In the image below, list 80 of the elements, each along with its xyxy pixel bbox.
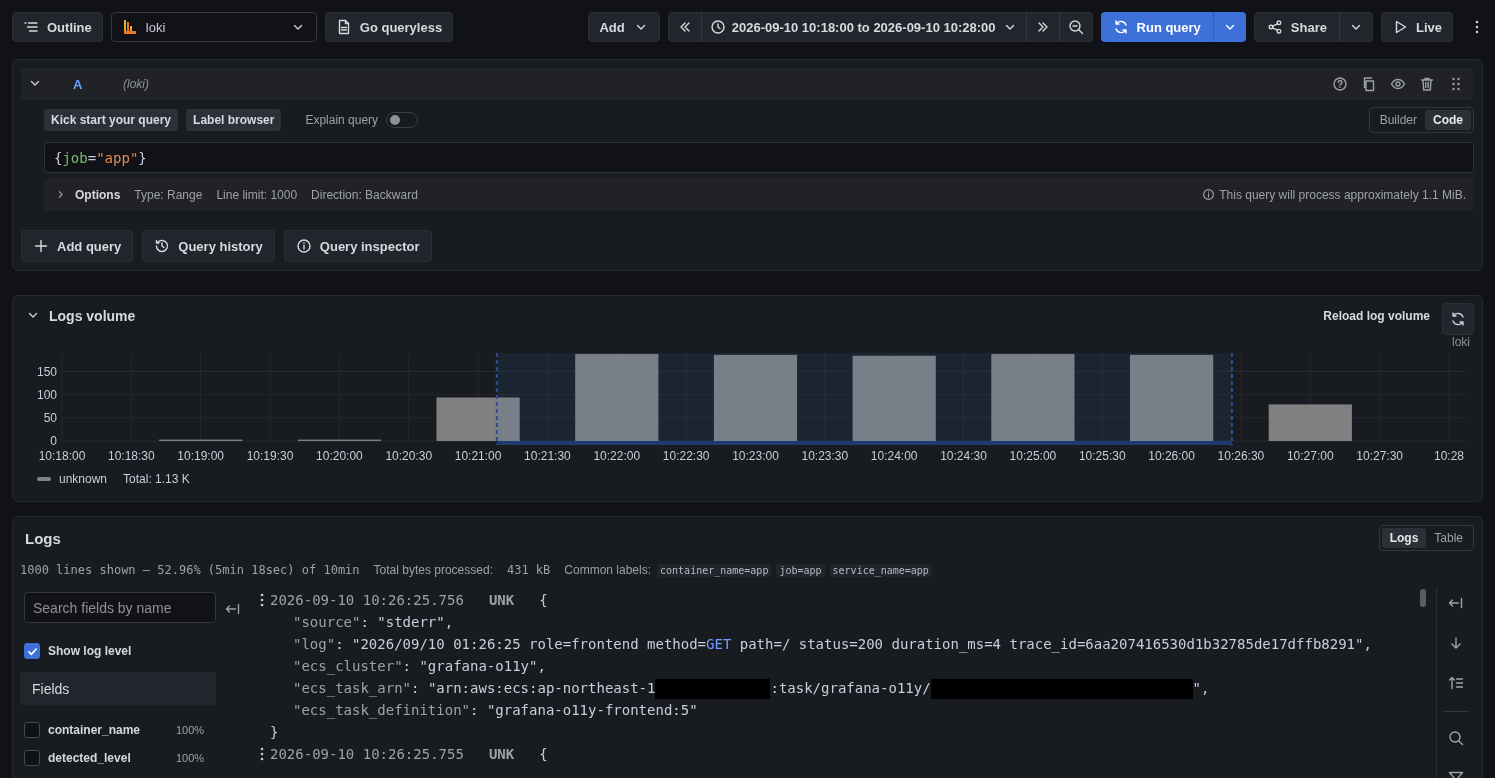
field-name: detected_level [48, 751, 132, 765]
log-line: "ecs_cluster": "grafana-o11y", [292, 657, 547, 677]
query-datasource: (loki) [123, 77, 150, 91]
legend-label[interactable]: unknown [59, 472, 108, 486]
field-share: 100% [176, 752, 205, 764]
common-labels-label: Common labels: [564, 563, 652, 577]
log-line: "ecs_task_arn": "arn:aws:ecs:ap-northeast-1 :task/grafana-o11y/ ", [254, 677, 1420, 699]
tick-label: 10:23:00 [732, 449, 779, 463]
tick-label: 10:19:30 [246, 449, 294, 463]
tick-label: 10:25:00 [1009, 449, 1057, 463]
log-line: "log": "2026/09/10 01:26:25 role=frontend method=GET path=/ status=200 duration_ms=4 trace_id=6aa207416530d1b32785de17dffb8291", [292, 635, 1373, 655]
panel-title: Logs [25, 529, 62, 547]
view-option[interactable]: Logs [1381, 528, 1427, 548]
panel-title: Logs volume [49, 308, 137, 324]
tick-label: 10:20:00 [316, 449, 363, 463]
search-field[interactable]: Search fields by name [24, 592, 216, 623]
tick-label: 10:24:00 [870, 449, 918, 463]
log-brace: { [539, 591, 548, 610]
query-inspector-button[interactable]: Query inspector [283, 230, 432, 262]
tick-label: 10:27:30 [1356, 449, 1403, 463]
datasource-label: loki [1452, 335, 1470, 349]
view-option[interactable]: Table [1426, 528, 1471, 548]
label-chip: job=app [776, 563, 825, 577]
tick-label: 10:22:00 [593, 449, 641, 463]
add-button[interactable]: Add [588, 12, 660, 42]
query-letter: A [72, 76, 84, 92]
log-timestamp: 2026-09-10 10:26:25.755 [270, 745, 464, 764]
datasource-select[interactable]: loki [110, 12, 317, 42]
tick-label: 10:25:30 [1078, 449, 1126, 463]
lines-summary: 1000 lines shown – 52.96% (5min 18sec) of 10min [20, 563, 360, 577]
tick-label: 10:28 [1434, 449, 1464, 463]
log-brace: } [270, 724, 279, 740]
options-label[interactable]: Options [75, 187, 121, 202]
tick-label: 10:20:30 [385, 449, 433, 463]
log-line: "ecs_task_definition": "grafana-o11y-frontend:5" [292, 701, 699, 721]
outline-button[interactable]: Outline [12, 12, 103, 42]
tick-label: 0 [50, 434, 57, 448]
tick-label: 50 [43, 410, 57, 425]
tick-label: 10:19:00 [177, 449, 225, 463]
tick-label: 10:27:00 [1286, 449, 1334, 463]
log-level: UNK [488, 745, 515, 764]
fields-header: Fields [20, 672, 216, 705]
tick-label: 10:22:30 [662, 449, 710, 463]
tick-label: 10:21:30 [524, 449, 571, 463]
label-chip: service_name=app [829, 563, 932, 577]
query-editor[interactable]: {job="app"} [44, 142, 1474, 173]
live-button[interactable]: Live [1381, 12, 1453, 42]
tick-label: 10:24:30 [940, 449, 987, 463]
add-query-button[interactable]: Add query [21, 230, 134, 262]
mode-option[interactable]: Builder [1371, 110, 1425, 130]
label-browser-button[interactable]: Label browser [186, 109, 282, 131]
log-line: "source": "stderr", [292, 613, 455, 632]
mode-option[interactable]: Code [1425, 110, 1471, 130]
tick-label: 10:18:30 [108, 449, 155, 463]
kick-start-button[interactable]: Kick start your query [44, 109, 179, 131]
bytes-label: Total bytes processed: [373, 563, 493, 577]
bytes-value: 431 kB [506, 563, 551, 577]
field-share: 100% [176, 724, 205, 736]
option-detail: Line limit: 1000 [216, 187, 298, 202]
option-detail: Type: Range [134, 187, 203, 202]
query-history-button[interactable]: Query history [142, 230, 275, 262]
field-name: container_name [48, 723, 142, 737]
explain-label: Explain query [305, 113, 379, 127]
tick-label: 10:26:00 [1148, 449, 1195, 463]
tick-label: 150 [36, 364, 57, 379]
log-brace: { [539, 745, 548, 764]
tick-label: 100 [36, 387, 57, 402]
tick-label: 10:18:00 [38, 449, 86, 463]
tick-label: 10:23:30 [801, 449, 849, 463]
option-detail: Direction: Backward [311, 187, 418, 202]
legend-total: Total: 1.13 K [123, 472, 190, 486]
label-chip: container_name=app [657, 563, 772, 577]
tick-label: 10:21:00 [454, 449, 502, 463]
queryless-button[interactable]: Go queryless [324, 12, 454, 42]
reload-label: Reload log volume [1323, 309, 1430, 323]
log-timestamp: 2026-09-10 10:26:25.756 [270, 591, 464, 610]
query-estimate: This query will process approximately 1.1 MiB. [1219, 187, 1466, 202]
checkbox-label: Show log level [48, 644, 132, 658]
log-level: UNK [488, 591, 515, 610]
tick-label: 10:26:30 [1217, 449, 1265, 463]
